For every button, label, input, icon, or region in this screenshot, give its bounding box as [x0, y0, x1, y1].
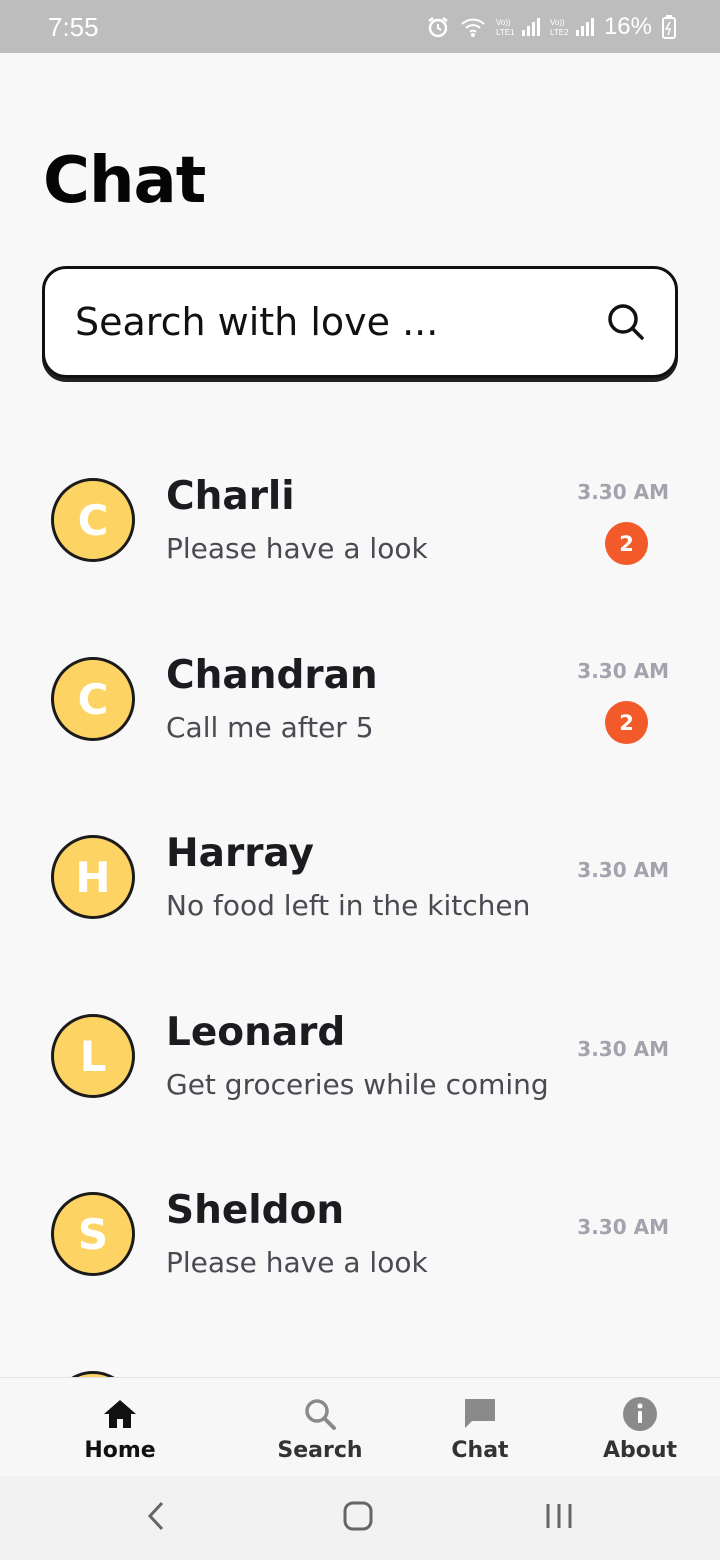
chat-item-leonard[interactable]: L Leonard Get groceries while coming 3.3… [0, 976, 720, 1154]
nav-search[interactable]: Search [260, 1378, 380, 1477]
chat-list: C Charli Please have a look 3.30 AM 2 C … [0, 440, 720, 1377]
unread-badge: 2 [605, 701, 648, 744]
unread-badge: 2 [605, 522, 648, 565]
chat-icon [462, 1396, 498, 1432]
chat-name: Harray [166, 831, 314, 876]
chat-item-charli[interactable]: C Charli Please have a look 3.30 AM 2 [0, 440, 720, 618]
recents-icon[interactable] [544, 1500, 574, 1536]
nav-label: About [602, 1438, 678, 1463]
nav-about[interactable]: About [580, 1378, 700, 1477]
chat-item-sheldon[interactable]: S Sheldon Please have a look 3.30 AM [0, 1154, 720, 1332]
avatar: S [51, 1192, 135, 1276]
search-bar[interactable] [42, 266, 678, 378]
svg-text:Vo)): Vo)) [496, 18, 511, 27]
avatar: L [51, 1014, 135, 1098]
alarm-icon [426, 15, 450, 39]
chat-item-harray[interactable]: H Harray No food left in the kitchen 3.3… [0, 797, 720, 975]
search-icon[interactable] [607, 303, 645, 345]
avatar: C [51, 657, 135, 741]
nav-chat[interactable]: Chat [420, 1378, 540, 1477]
search-icon [303, 1396, 337, 1432]
chat-message: Please have a look [166, 532, 428, 565]
battery-charging-icon [662, 15, 676, 39]
status-bar: 7:55 Vo)) LTE1 Vo)) LTE2 16% [0, 0, 720, 53]
battery-level: 16% [603, 13, 652, 40]
back-icon[interactable] [146, 1500, 166, 1536]
avatar: C [51, 478, 135, 562]
chat-message: Get groceries while coming [166, 1068, 549, 1101]
svg-text:LTE1: LTE1 [496, 28, 515, 37]
nav-label: Chat [451, 1438, 509, 1463]
chat-name: Chandran [166, 653, 378, 698]
page-title: Chat [43, 144, 206, 218]
signal-lte1-icon: Vo)) LTE1 [496, 16, 540, 38]
chat-message: Call me after 5 [166, 711, 374, 744]
chat-name: Charli [166, 474, 295, 519]
chat-message: No food left in the kitchen [166, 889, 531, 922]
chat-time: 3.30 AM [577, 659, 669, 683]
chat-time: 3.30 AM [577, 1215, 669, 1239]
search-input[interactable] [75, 291, 595, 353]
avatar: H [51, 835, 135, 919]
chat-time: 3.30 AM [577, 480, 669, 504]
svg-text:LTE2: LTE2 [550, 28, 569, 37]
nav-label: Search [277, 1438, 363, 1463]
system-nav-bar [0, 1476, 720, 1560]
wifi-icon [460, 16, 486, 38]
chat-message: Please have a look [166, 1246, 428, 1279]
chat-name: Sheldon [166, 1188, 345, 1233]
status-icons: Vo)) LTE1 Vo)) LTE2 16% [426, 13, 676, 41]
bottom-nav: Home Search Chat About [0, 1377, 720, 1476]
chat-name: Leonard [166, 1010, 346, 1055]
chat-item-chandran[interactable]: C Chandran Call me after 5 3.30 AM 2 [0, 619, 720, 797]
chat-item-partial[interactable] [0, 1333, 720, 1377]
home-icon [102, 1396, 138, 1432]
nav-home[interactable]: Home [60, 1378, 180, 1477]
chat-time: 3.30 AM [577, 858, 669, 882]
chat-time: 3.30 AM [577, 1037, 669, 1061]
nav-label: Home [84, 1438, 156, 1463]
signal-lte2-icon: Vo)) LTE2 [550, 16, 594, 38]
status-time: 7:55 [48, 12, 99, 42]
svg-text:Vo)): Vo)) [550, 18, 565, 27]
info-icon [622, 1396, 658, 1432]
home-circle-icon[interactable] [342, 1500, 374, 1536]
